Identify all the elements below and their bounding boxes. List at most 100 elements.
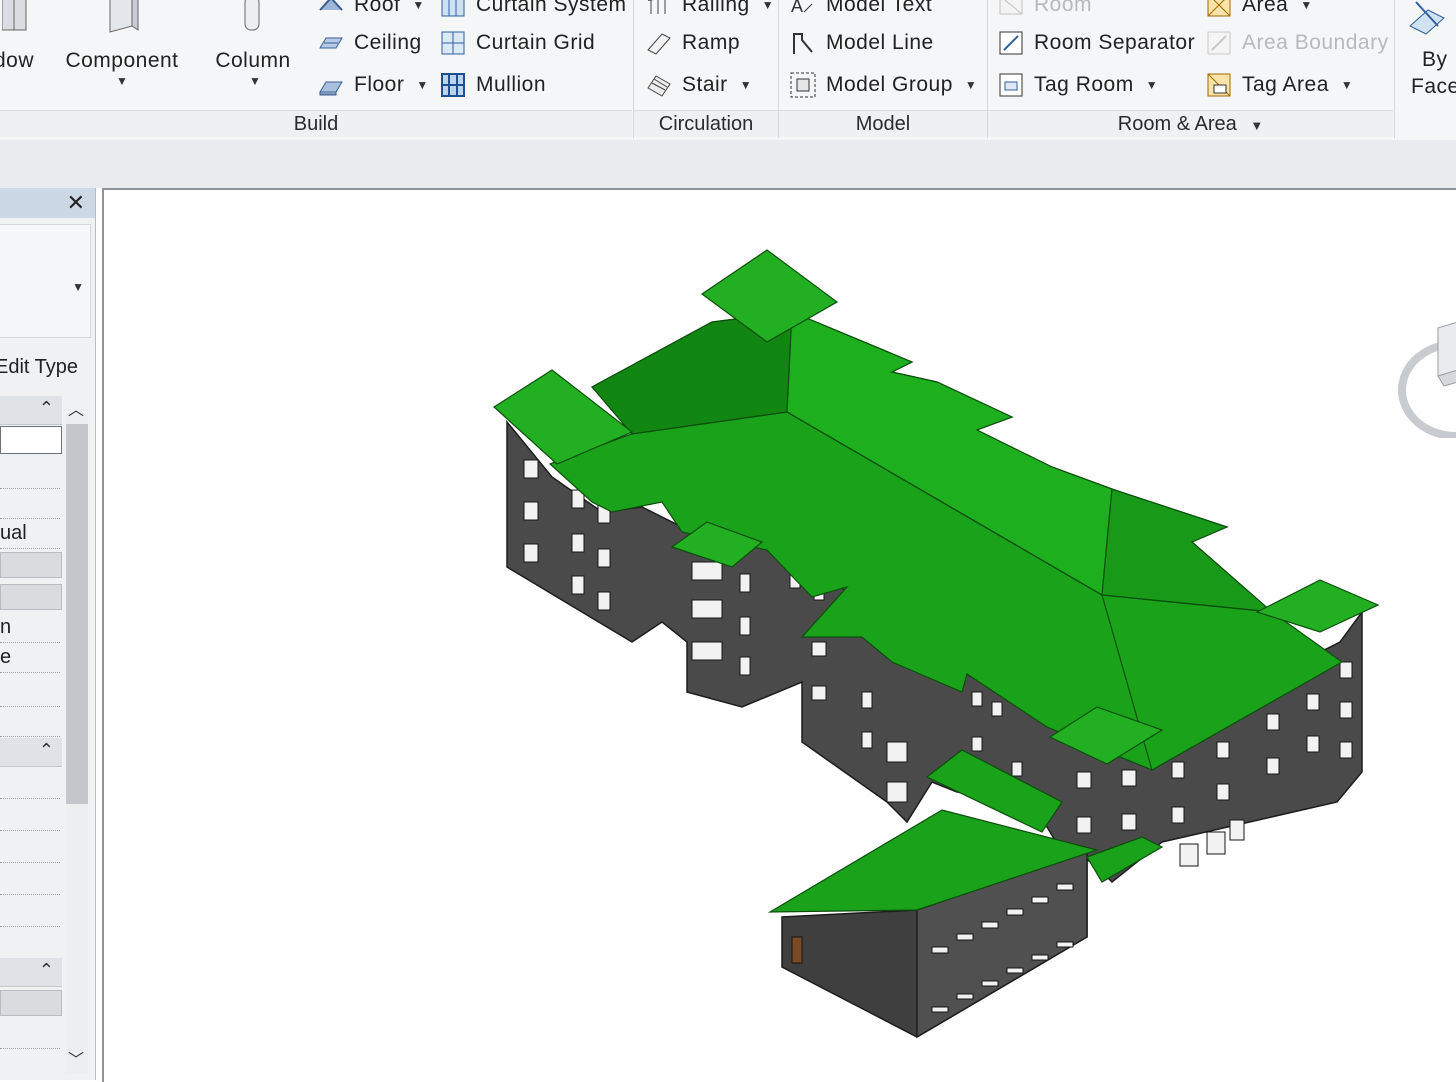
room-button[interactable]: Room [998, 0, 1092, 22]
stair-label: Stair [682, 73, 728, 96]
column-dropdown-icon[interactable]: ▼ [249, 74, 261, 88]
component-icon [109, 0, 139, 33]
ceiling-label: Ceiling [354, 31, 422, 54]
properties-title-bar[interactable]: ✕ [0, 188, 95, 218]
area-boundary-icon [1207, 31, 1231, 55]
room-separator-button[interactable]: Room Separator [998, 26, 1195, 60]
model-line-label: Model Line [826, 31, 934, 54]
collapse-icon[interactable]: ⌃ [39, 740, 54, 761]
model-group-button[interactable]: Model Group ▼ [790, 68, 977, 102]
railing-button[interactable]: Railing ▼ [646, 0, 774, 22]
ribbon-spacer [0, 140, 1456, 188]
type-selector[interactable]: ▼ [0, 224, 91, 338]
property-value-field[interactable] [0, 426, 62, 454]
property-row[interactable] [0, 706, 60, 737]
viewcube-icon[interactable] [1398, 318, 1456, 438]
area-boundary-button[interactable]: Area Boundary [1206, 26, 1389, 60]
tag-room-icon [999, 73, 1023, 97]
room-area-expand-icon[interactable]: ▼ [1250, 118, 1263, 133]
room-area-panel-label[interactable]: Room & Area ▼ [988, 110, 1393, 137]
property-row-readonly [0, 552, 62, 578]
mullion-label: Mullion [476, 73, 547, 96]
column-button[interactable]: Column ▼ [212, 0, 294, 88]
area-label: Area [1242, 0, 1289, 16]
collapse-icon[interactable]: ⌃ [39, 960, 54, 981]
property-row[interactable] [0, 676, 60, 707]
chevron-down-icon[interactable]: ▼ [72, 280, 84, 294]
by-face-button[interactable]: By Face [1404, 0, 1456, 98]
property-row[interactable] [0, 800, 60, 831]
model-group-icon [790, 72, 816, 98]
scroll-down-icon[interactable]: ﹀ [68, 1046, 84, 1070]
ramp-button[interactable]: Ramp [646, 26, 740, 60]
component-dropdown-icon[interactable]: ▼ [116, 74, 128, 88]
edit-type-button[interactable]: Edit Type [0, 356, 78, 379]
tag-room-dropdown-icon[interactable]: ▼ [1146, 78, 1158, 92]
area-button[interactable]: Area ▼ [1206, 0, 1313, 22]
ceiling-button[interactable]: Ceiling [318, 26, 422, 60]
curtain-grid-label: Curtain Grid [476, 31, 596, 54]
railing-dropdown-icon[interactable]: ▼ [762, 0, 774, 12]
window-icon [1, 0, 27, 31]
property-row-readonly [0, 990, 62, 1016]
building-model[interactable] [104, 190, 1456, 1082]
roof-dropdown-icon[interactable]: ▼ [412, 0, 424, 12]
area-dropdown-icon[interactable]: ▼ [1300, 0, 1312, 12]
tag-area-button[interactable]: Tag Area ▼ [1206, 68, 1353, 102]
component-button[interactable]: Component ▼ [62, 0, 182, 88]
property-row[interactable] [0, 896, 60, 927]
scrollbar-thumb[interactable] [66, 424, 88, 804]
property-row-text: e [0, 646, 12, 668]
3d-view-canvas[interactable] [102, 188, 1456, 1082]
property-row[interactable]: e [0, 642, 60, 673]
floor-button[interactable]: Floor ▼ [318, 68, 429, 102]
stair-button[interactable]: Stair ▼ [646, 68, 752, 102]
close-icon[interactable]: ✕ [67, 190, 85, 216]
window-button[interactable]: dow [0, 0, 50, 72]
curtain-system-label: Curtain System [476, 0, 627, 16]
by-face-icon [1409, 1, 1445, 35]
roof-button[interactable]: Roof ▼ [318, 0, 425, 22]
property-row[interactable]: ual [0, 518, 60, 549]
property-row[interactable] [0, 864, 60, 895]
railing-label: Railing [682, 0, 750, 16]
property-row[interactable] [0, 488, 60, 519]
property-row[interactable] [0, 1018, 60, 1049]
mullion-button[interactable]: Mullion [440, 68, 546, 102]
model-group-dropdown-icon[interactable]: ▼ [965, 78, 977, 92]
property-row[interactable] [0, 832, 60, 863]
property-row[interactable] [0, 768, 60, 799]
ramp-icon [647, 33, 671, 55]
model-text-button[interactable]: A Model Text [790, 0, 932, 22]
room-area-label-text: Room & Area [1117, 113, 1237, 135]
component-label: Component [65, 49, 179, 72]
by-face-label-line1: By [1422, 48, 1448, 71]
stair-icon [647, 75, 671, 97]
category-header[interactable]: ⌃ [0, 738, 62, 767]
build-panel-label: Build [0, 110, 632, 137]
floor-dropdown-icon[interactable]: ▼ [416, 78, 428, 92]
room-icon [999, 0, 1023, 15]
model-line-button[interactable]: Model Line [790, 26, 934, 60]
tag-room-label: Tag Room [1034, 73, 1134, 96]
curtain-system-icon [441, 0, 465, 17]
curtain-grid-button[interactable]: Curtain Grid [440, 26, 595, 60]
category-header[interactable]: ⌃ [0, 396, 62, 425]
model-text-label: Model Text [826, 0, 933, 16]
circulation-panel-label: Circulation [634, 110, 778, 137]
stair-dropdown-icon[interactable]: ▼ [740, 78, 752, 92]
ceiling-icon [319, 37, 343, 49]
property-row[interactable]: n [0, 612, 60, 643]
collapse-icon[interactable]: ⌃ [39, 398, 54, 419]
area-boundary-label: Area Boundary [1242, 31, 1389, 54]
property-row[interactable] [0, 928, 60, 959]
tag-area-dropdown-icon[interactable]: ▼ [1341, 78, 1353, 92]
scroll-up-icon[interactable]: ︿ [68, 396, 84, 420]
curtain-system-button[interactable]: Curtain System [440, 0, 627, 22]
model-group-label: Model Group [826, 73, 953, 96]
tag-room-button[interactable]: Tag Room ▼ [998, 68, 1158, 102]
mullion-icon [441, 73, 465, 97]
ramp-label: Ramp [682, 31, 741, 54]
category-header[interactable]: ⌃ [0, 958, 62, 987]
property-row[interactable] [0, 458, 60, 489]
